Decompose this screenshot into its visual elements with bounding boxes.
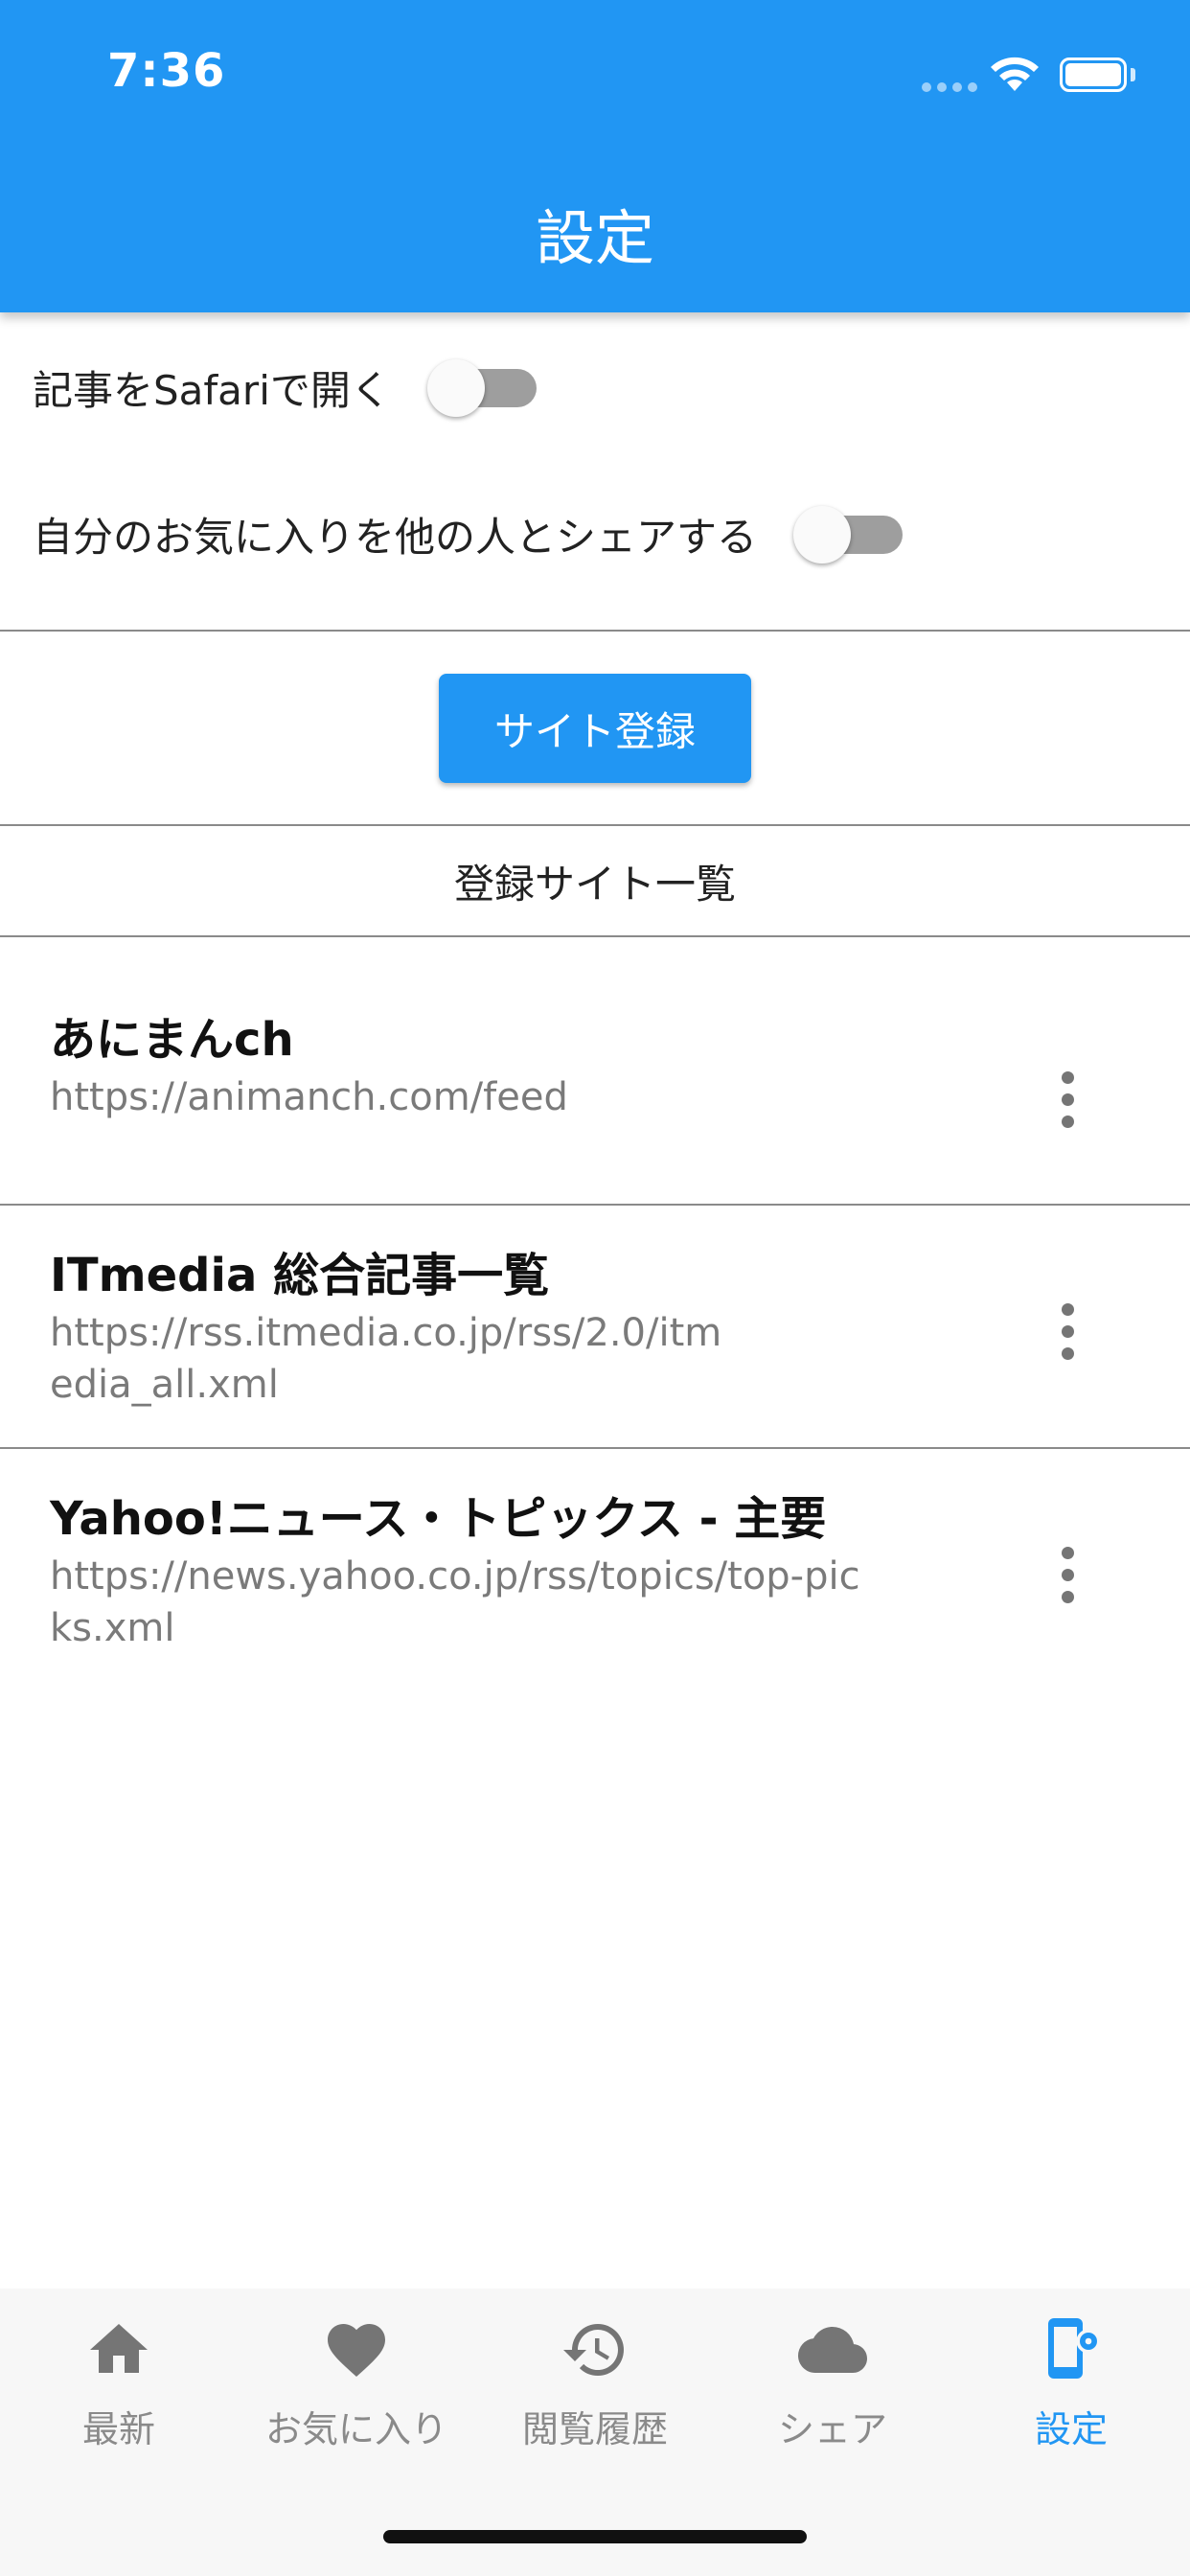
battery-icon	[1060, 58, 1127, 92]
open-in-safari-switch[interactable]	[426, 359, 537, 417]
site-list-item[interactable]: Yahoo!ニュース・トピックス - 主要 https://news.yahoo…	[0, 1449, 1190, 1694]
home-icon	[90, 2324, 148, 2373]
share-favorites-switch[interactable]	[793, 506, 904, 564]
site-list-item[interactable]: ITmedia 総合記事一覧 https://rss.itmedia.co.jp…	[0, 1206, 1190, 1447]
site-url: https://animanch.com/feed	[50, 1075, 568, 1119]
nav-label: 最新	[81, 2408, 155, 2450]
page-title: 設定	[535, 203, 654, 273]
site-url: https://news.yahoo.co.jp/rss/topics/top-…	[50, 1554, 860, 1650]
site-text: Yahoo!ニュース・トピックス - 主要 https://news.yahoo…	[50, 1487, 912, 1654]
history-icon	[563, 2324, 624, 2376]
status-time: 7:36	[107, 44, 226, 98]
divider	[0, 630, 1190, 632]
site-text: ITmedia 総合記事一覧 https://rss.itmedia.co.jp…	[50, 1244, 912, 1411]
switch-thumb	[426, 359, 485, 417]
site-title: あにまんch	[50, 1013, 294, 1067]
wifi-icon	[991, 57, 1039, 91]
site-title: ITmedia 総合記事一覧	[50, 1249, 550, 1302]
site-list-item[interactable]: あにまんch https://animanch.com/feed	[0, 937, 1190, 1204]
battery-tip	[1131, 68, 1135, 81]
cellular-signal-icon	[922, 82, 977, 92]
setting-open-in-safari: 記事をSafariで開く	[0, 330, 537, 445]
more-vert-icon[interactable]	[1052, 1547, 1085, 1604]
nav-item-settings[interactable]: 設定	[952, 2315, 1190, 2452]
more-vert-icon[interactable]	[1052, 1303, 1085, 1361]
share-favorites-label: 自分のお気に入りを他の人とシェアする	[33, 513, 758, 561]
open-in-safari-label: 記事をSafariで開く	[33, 366, 391, 414]
nav-label: 閲覧履歴	[521, 2408, 668, 2450]
nav-label: 設定	[1034, 2408, 1108, 2450]
nav-item-latest[interactable]: 最新	[0, 2315, 238, 2452]
site-title: Yahoo!ニュース・トピックス - 主要	[50, 1492, 827, 1546]
register-site-button[interactable]: サイト登録	[439, 674, 751, 783]
nav-item-history[interactable]: 閲覧履歴	[476, 2315, 714, 2452]
app-bar: 7:36 設定	[0, 0, 1190, 312]
switch-thumb	[793, 506, 852, 564]
cloud-icon	[798, 2327, 867, 2373]
home-indicator	[383, 2530, 807, 2543]
more-vert-icon[interactable]	[1052, 1071, 1085, 1129]
site-text: あにまんch https://animanch.com/feed	[50, 1008, 912, 1123]
nav-item-favorites[interactable]: お気に入り	[238, 2315, 475, 2452]
setting-share-favorites: 自分のお気に入りを他の人とシェアする	[0, 476, 904, 591]
nav-item-share[interactable]: シェア	[714, 2315, 951, 2452]
nav-label: シェア	[777, 2408, 887, 2450]
settings-phone-icon	[1048, 2318, 1101, 2379]
site-list-header: 登録サイト一覧	[453, 860, 736, 908]
heart-icon	[328, 2324, 385, 2378]
nav-label: お気に入り	[264, 2408, 447, 2450]
site-url: https://rss.itmedia.co.jp/rss/2.0/itmedi…	[50, 1311, 722, 1407]
